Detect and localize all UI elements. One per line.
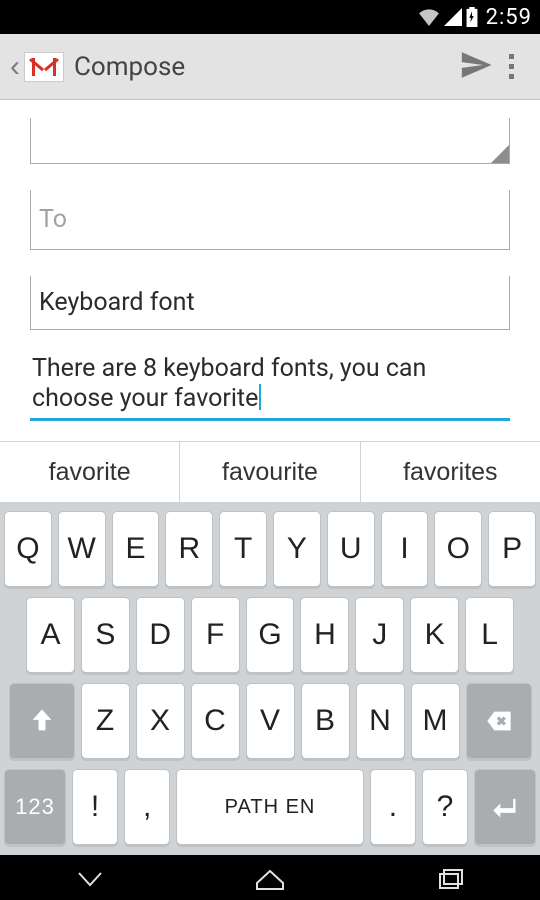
status-time: 2:59	[486, 5, 532, 30]
key-n[interactable]: N	[356, 683, 405, 759]
key-x[interactable]: X	[136, 683, 185, 759]
key-z[interactable]: Z	[81, 683, 130, 759]
dropdown-indicator-icon	[491, 145, 509, 163]
suggestion-3[interactable]: favorites	[361, 442, 540, 502]
key-l[interactable]: L	[465, 597, 514, 673]
key-e[interactable]: E	[112, 511, 160, 587]
key-q[interactable]: Q	[4, 511, 52, 587]
key-question[interactable]: ?	[422, 769, 468, 845]
status-bar: 2:59	[0, 0, 540, 34]
key-m[interactable]: M	[411, 683, 460, 759]
from-spinner[interactable]	[30, 118, 510, 164]
body-text: There are 8 keyboard fonts, you can choo…	[32, 354, 426, 413]
key-w[interactable]: W	[58, 511, 106, 587]
compose-form: To Keyboard font There are 8 keyboard fo…	[0, 118, 540, 421]
battery-icon	[466, 7, 478, 27]
key-o[interactable]: O	[434, 511, 482, 587]
key-a[interactable]: A	[26, 597, 75, 673]
key-numeric[interactable]: 123	[4, 769, 66, 845]
suggestion-strip: favorite favourite favorites	[0, 441, 540, 503]
nav-recent-button[interactable]	[433, 863, 467, 900]
key-y[interactable]: Y	[273, 511, 321, 587]
key-enter[interactable]	[474, 769, 536, 845]
key-h[interactable]: H	[300, 597, 349, 673]
send-button[interactable]	[459, 48, 493, 86]
system-nav-bar	[0, 855, 540, 900]
back-icon[interactable]: ‹	[10, 50, 20, 84]
key-g[interactable]: G	[246, 597, 295, 673]
key-b[interactable]: B	[301, 683, 350, 759]
key-f[interactable]: F	[191, 597, 240, 673]
soft-keyboard: Q W E R T Y U I O P A S D F G H J K L Z …	[0, 503, 540, 855]
key-p[interactable]: P	[488, 511, 536, 587]
suggestion-2[interactable]: favourite	[180, 442, 360, 502]
key-space[interactable]: PATH EN	[176, 769, 364, 845]
key-c[interactable]: C	[191, 683, 240, 759]
key-t[interactable]: T	[219, 511, 267, 587]
key-period[interactable]: .	[370, 769, 416, 845]
key-shift[interactable]	[9, 683, 75, 759]
key-k[interactable]: K	[410, 597, 459, 673]
gmail-icon[interactable]	[24, 52, 64, 82]
wifi-icon	[418, 8, 440, 26]
page-title: Compose	[74, 52, 459, 82]
suggestion-1[interactable]: favorite	[0, 442, 180, 502]
key-exclamation[interactable]: !	[72, 769, 118, 845]
subject-field[interactable]: Keyboard font	[30, 276, 510, 330]
body-field[interactable]: There are 8 keyboard fonts, you can choo…	[30, 348, 510, 421]
key-j[interactable]: J	[355, 597, 404, 673]
key-r[interactable]: R	[165, 511, 213, 587]
nav-back-button[interactable]	[73, 863, 107, 900]
key-comma[interactable]: ,	[124, 769, 170, 845]
action-bar: ‹ Compose	[0, 34, 540, 100]
text-cursor	[259, 384, 261, 410]
key-u[interactable]: U	[327, 511, 375, 587]
signal-icon	[444, 8, 462, 26]
key-v[interactable]: V	[246, 683, 295, 759]
to-placeholder: To	[39, 205, 67, 234]
key-i[interactable]: I	[381, 511, 429, 587]
overflow-menu-button[interactable]	[493, 46, 530, 87]
to-field[interactable]: To	[30, 190, 510, 250]
key-backspace[interactable]	[466, 683, 532, 759]
key-s[interactable]: S	[81, 597, 130, 673]
nav-home-button[interactable]	[253, 863, 287, 900]
subject-value: Keyboard font	[39, 288, 195, 317]
key-d[interactable]: D	[136, 597, 185, 673]
status-icons	[418, 7, 478, 27]
